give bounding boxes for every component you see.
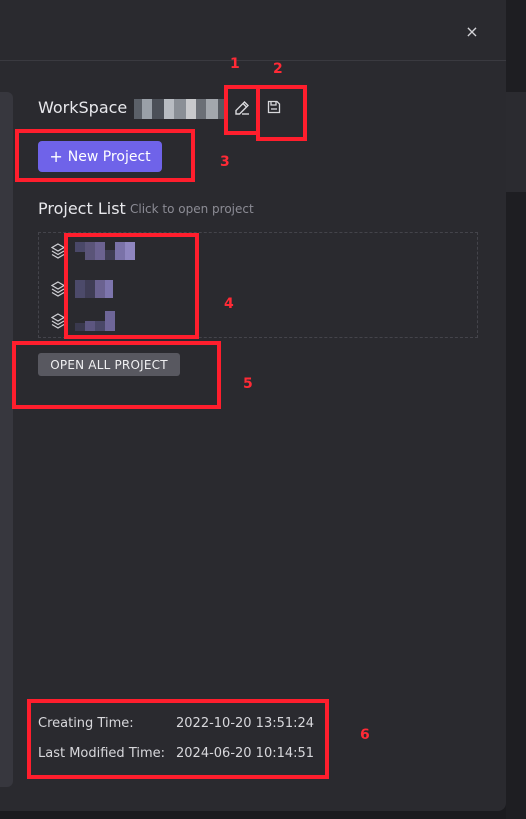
dialog-header-divider: [0, 60, 506, 61]
workspace-name-redacted: [134, 99, 228, 119]
annotation-box-5: [12, 341, 221, 409]
annotation-number-3: 3: [220, 154, 230, 170]
annotation-number-1: 1: [230, 56, 240, 72]
project-list-hint: Click to open project: [130, 202, 254, 216]
workspace-label: WorkSpace :: [38, 98, 138, 117]
background-app-element: [506, 92, 526, 192]
annotation-number-6: 6: [360, 727, 370, 743]
layers-icon: [51, 313, 65, 329]
annotation-box-3: [15, 129, 195, 182]
annotation-number-5: 5: [243, 376, 253, 392]
annotation-number-2: 2: [273, 61, 283, 77]
left-scroll-rail: [0, 92, 13, 787]
layers-icon: [51, 281, 65, 297]
annotation-box-6: [27, 699, 329, 779]
annotation-box-2: [256, 85, 307, 141]
layers-icon: [51, 243, 65, 259]
annotation-box-1: [224, 85, 260, 135]
close-button[interactable]: ×: [463, 23, 481, 41]
annotation-number-4: 4: [224, 296, 234, 312]
project-list-title: Project List: [38, 199, 126, 218]
annotation-box-4: [64, 233, 199, 339]
